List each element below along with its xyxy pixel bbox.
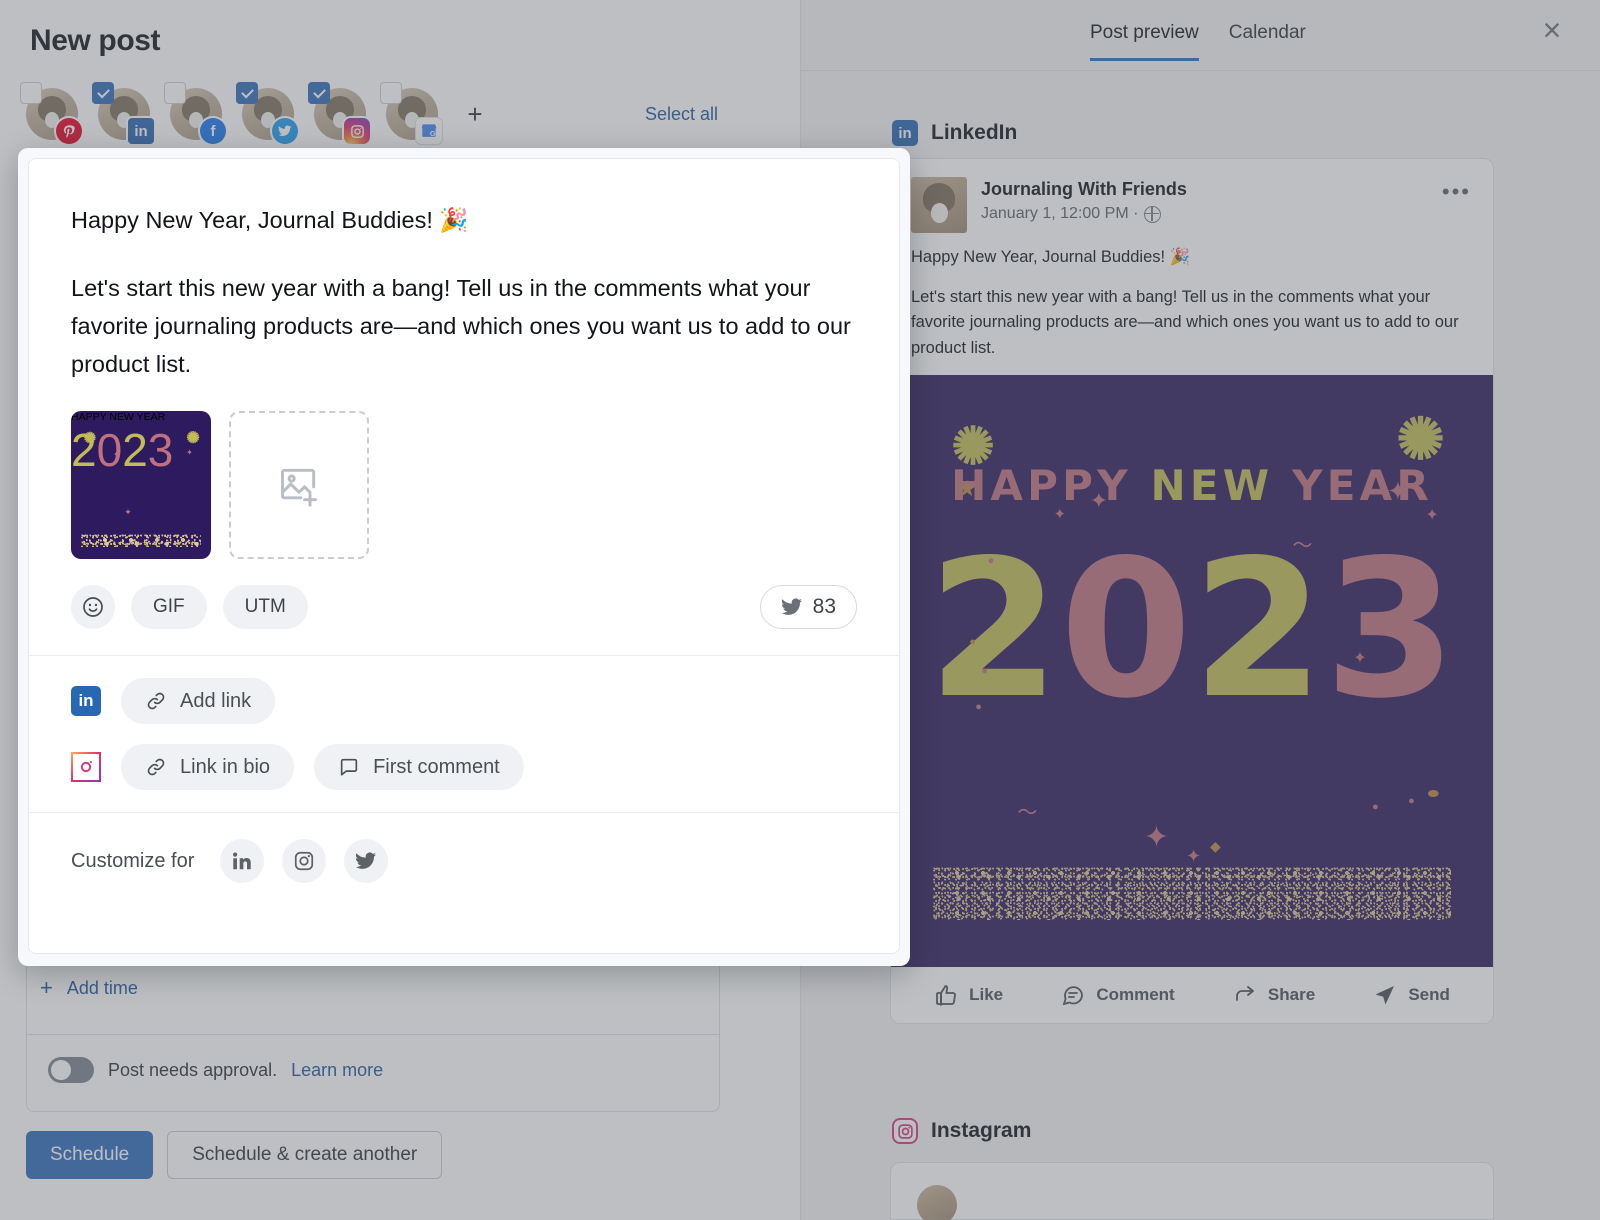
instagram-icon <box>71 752 101 783</box>
burst-icon: ✺ <box>83 430 97 447</box>
add-media-button[interactable] <box>229 411 369 560</box>
link-options-section: in Add link Link in bio First comment <box>29 656 899 814</box>
sparkle-icon: ✦ <box>186 448 193 458</box>
link-icon <box>147 758 165 776</box>
twitter-icon <box>356 852 377 870</box>
customize-linkedin-button[interactable] <box>220 839 265 884</box>
post-editor-card: Happy New Year, Journal Buddies! 🎉 Let's… <box>28 158 900 954</box>
compose-textarea[interactable]: Happy New Year, Journal Buddies! 🎉 Let's… <box>29 159 899 383</box>
linkedin-icon: in <box>71 686 101 717</box>
linkedin-link-row: in Add link <box>71 678 857 725</box>
post-editor-modal: Happy New Year, Journal Buddies! 🎉 Let's… <box>18 148 910 966</box>
link-in-bio-button[interactable]: Link in bio <box>121 744 295 791</box>
customize-twitter-button[interactable] <box>344 839 389 884</box>
artwork-headline: HAPPY NEW YEAR <box>71 411 166 424</box>
utm-button[interactable]: UTM <box>222 585 308 630</box>
twitter-character-counter: 83 <box>759 585 857 630</box>
gif-button[interactable]: GIF <box>131 585 207 630</box>
customize-label: Customize for <box>71 849 195 872</box>
glitter-band <box>80 534 202 548</box>
media-thumbnail[interactable]: HAPPY NEW YEAR 2023 ✺ ✺ ✦ ✦ ✦ <box>71 411 211 560</box>
composer-toolbar: GIF UTM 83 <box>29 559 899 657</box>
instagram-link-row: Link in bio First comment <box>71 744 857 791</box>
first-comment-label: First comment <box>373 755 500 778</box>
sparkle-icon: ✦ <box>113 449 120 459</box>
first-comment-button[interactable]: First comment <box>314 744 524 791</box>
media-row: HAPPY NEW YEAR 2023 ✺ ✺ ✦ ✦ ✦ <box>29 383 899 560</box>
add-link-button[interactable]: Add link <box>121 678 276 725</box>
comment-icon <box>340 759 358 776</box>
counter-value: 83 <box>812 595 836 619</box>
emoji-button[interactable] <box>71 585 115 630</box>
twitter-icon <box>781 598 802 616</box>
burst-icon: ✺ <box>186 429 200 447</box>
linkedin-icon <box>233 852 252 870</box>
link-in-bio-label: Link in bio <box>180 755 271 778</box>
link-icon <box>147 692 165 710</box>
customize-instagram-button[interactable] <box>282 839 327 884</box>
add-link-label: Add link <box>180 689 252 712</box>
compose-line-2: Let's start this new year with a bang! T… <box>71 275 851 378</box>
customize-section: Customize for <box>29 813 899 909</box>
compose-line-1: Happy New Year, Journal Buddies! 🎉 <box>71 207 469 233</box>
instagram-icon <box>295 852 314 871</box>
sparkle-icon: ✦ <box>124 506 132 517</box>
